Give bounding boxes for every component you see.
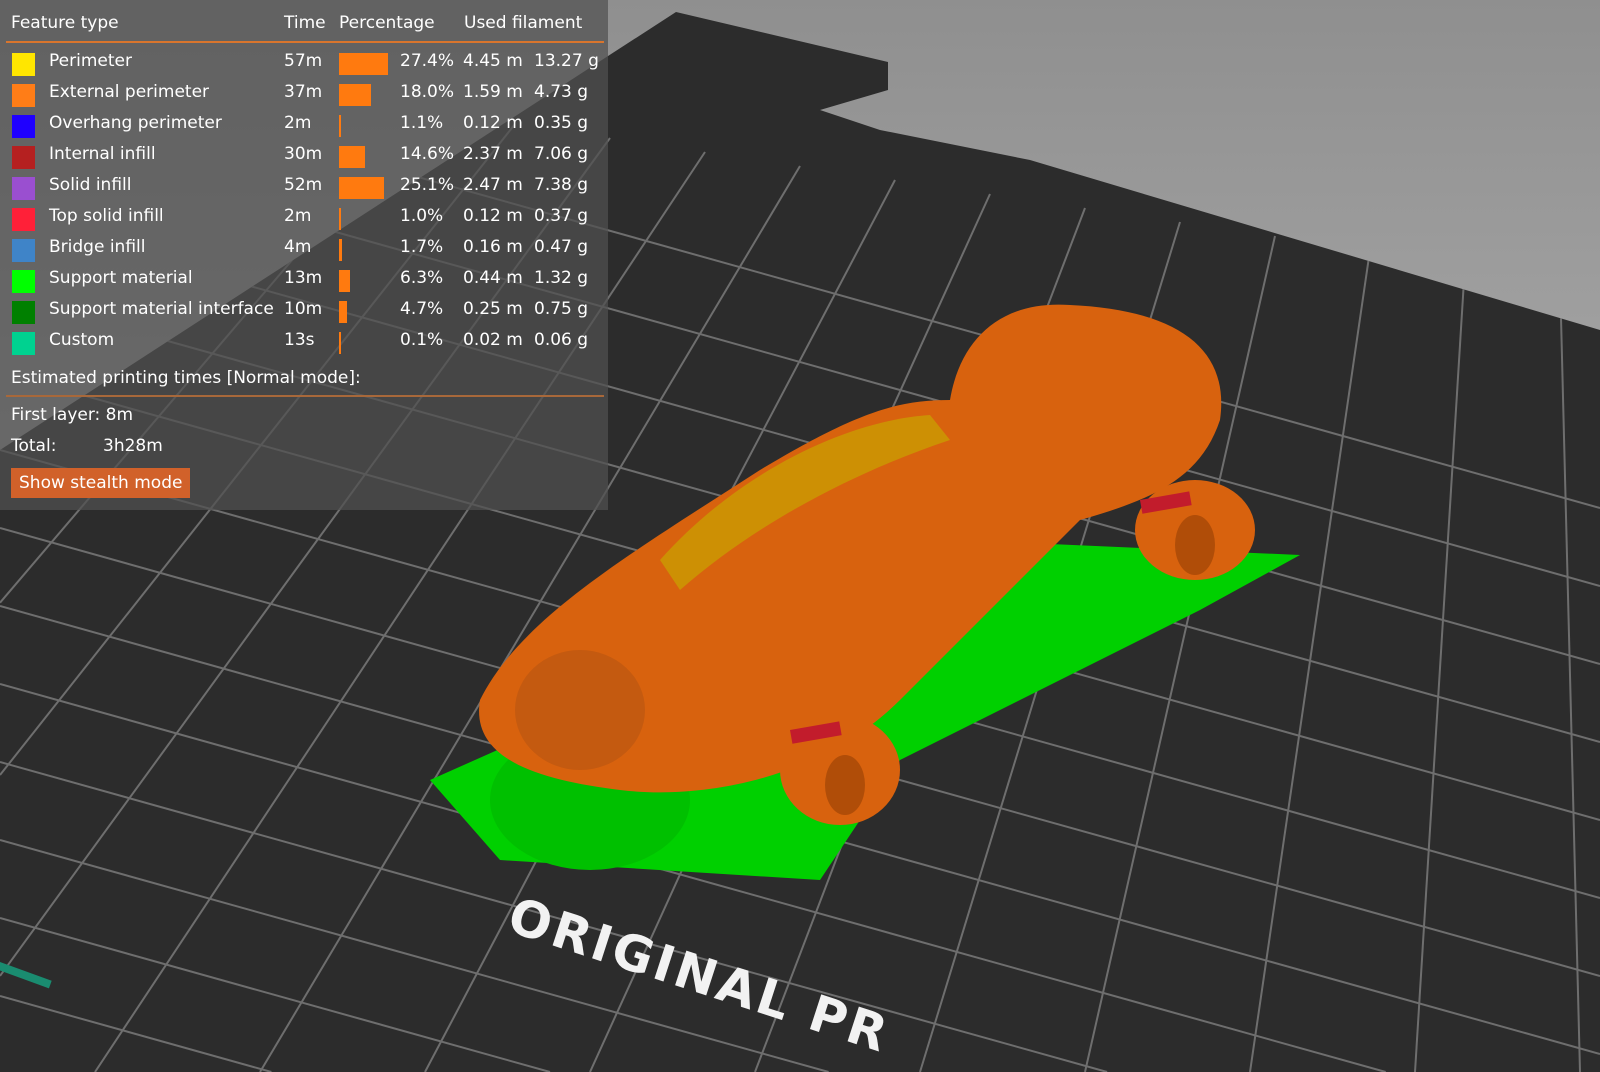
color-swatch [12, 270, 35, 293]
filament-length: 0.12 m [463, 206, 523, 226]
color-swatch [12, 146, 35, 169]
legend-row: Bridge infill 4m 1.7% 0.16 m 0.47 g [0, 233, 608, 264]
estimated-times-title: Estimated printing times [Normal mode]: [11, 368, 361, 388]
filament-length: 0.16 m [463, 237, 523, 257]
feature-percentage: 1.7% [400, 237, 444, 257]
feature-label: Support material [49, 268, 193, 288]
feature-time: 2m [284, 206, 312, 226]
feature-percentage: 27.4% [400, 51, 455, 71]
filament-weight: 0.06 g [534, 330, 589, 350]
percentage-bar [339, 177, 384, 199]
percentage-bar [339, 332, 341, 354]
feature-percentage: 1.0% [400, 206, 444, 226]
feature-label: Top solid infill [49, 206, 164, 226]
header-percentage: Percentage [339, 13, 435, 33]
feature-time: 37m [284, 82, 323, 102]
color-swatch [12, 53, 35, 76]
filament-weight: 13.27 g [534, 51, 599, 71]
filament-weight: 7.06 g [534, 144, 589, 164]
color-swatch [12, 177, 35, 200]
feature-time: 4m [284, 237, 312, 257]
estimated-divider [6, 395, 604, 397]
filament-weight: 0.37 g [534, 206, 589, 226]
legend-panel: Feature type Time Percentage Used filame… [0, 0, 608, 510]
filament-length: 0.44 m [463, 268, 523, 288]
legend-row: External perimeter 37m 18.0% 1.59 m 4.73 g [0, 78, 608, 109]
feature-label: Bridge infill [49, 237, 146, 257]
feature-time: 52m [284, 175, 323, 195]
filament-weight: 0.47 g [534, 237, 589, 257]
feature-label: External perimeter [49, 82, 210, 102]
header-divider [6, 41, 604, 43]
legend-row: Internal infill 30m 14.6% 2.37 m 7.06 g [0, 140, 608, 171]
filament-length: 0.12 m [463, 113, 523, 133]
filament-weight: 1.32 g [534, 268, 589, 288]
filament-length: 2.37 m [463, 144, 523, 164]
percentage-bar [339, 301, 348, 323]
percentage-bar [339, 53, 388, 75]
percentage-bar [339, 115, 341, 137]
filament-weight: 0.75 g [534, 299, 589, 319]
feature-label: Support material interface [49, 299, 274, 319]
feature-percentage: 4.7% [400, 299, 444, 319]
percentage-bar [339, 84, 372, 106]
color-swatch [12, 208, 35, 231]
feature-percentage: 0.1% [400, 330, 444, 350]
legend-row: Custom 13s 0.1% 0.02 m 0.06 g [0, 326, 608, 357]
feature-percentage: 1.1% [400, 113, 444, 133]
legend-row: Support material interface 10m 4.7% 0.25 m 0… [0, 295, 608, 326]
filament-weight: 0.35 g [534, 113, 589, 133]
feature-time: 30m [284, 144, 323, 164]
filament-length: 2.47 m [463, 175, 523, 195]
header-used-filament: Used filament [464, 13, 583, 33]
feature-time: 13s [284, 330, 315, 350]
legend-row: Perimeter 57m 27.4% 4.45 m 13.27 g [0, 47, 608, 78]
total-value: 3h28m [103, 436, 163, 456]
color-swatch [12, 239, 35, 262]
feature-label: Internal infill [49, 144, 156, 164]
percentage-bar [339, 146, 365, 168]
feature-time: 57m [284, 51, 323, 71]
feature-percentage: 14.6% [400, 144, 455, 164]
first-layer-time: First layer: 8m [11, 405, 134, 425]
feature-label: Overhang perimeter [49, 113, 222, 133]
legend-row: Support material 13m 6.3% 0.44 m 1.32 g [0, 264, 608, 295]
color-swatch [12, 115, 35, 138]
legend-row: Solid infill 52m 25.1% 2.47 m 7.38 g [0, 171, 608, 202]
header-feature-type: Feature type [11, 13, 119, 33]
feature-label: Solid infill [49, 175, 132, 195]
filament-weight: 4.73 g [534, 82, 589, 102]
feature-label: Perimeter [49, 51, 132, 71]
feature-percentage: 18.0% [400, 82, 455, 102]
feature-percentage: 25.1% [400, 175, 455, 195]
percentage-bar [339, 208, 341, 230]
filament-length: 0.02 m [463, 330, 523, 350]
legend-row: Overhang perimeter 2m 1.1% 0.12 m 0.35 g [0, 109, 608, 140]
filament-length: 4.45 m [463, 51, 523, 71]
show-stealth-mode-button[interactable]: Show stealth mode [11, 468, 191, 498]
feature-time: 13m [284, 268, 323, 288]
filament-length: 1.59 m [463, 82, 523, 102]
legend-row: Top solid infill 2m 1.0% 0.12 m 0.37 g [0, 202, 608, 233]
color-swatch [12, 84, 35, 107]
color-swatch [12, 301, 35, 324]
header-time: Time [284, 13, 326, 33]
feature-label: Custom [49, 330, 115, 350]
filament-weight: 7.38 g [534, 175, 589, 195]
feature-percentage: 6.3% [400, 268, 444, 288]
color-swatch [12, 332, 35, 355]
percentage-bar [339, 270, 351, 292]
feature-time: 10m [284, 299, 323, 319]
filament-length: 0.25 m [463, 299, 523, 319]
percentage-bar [339, 239, 343, 261]
feature-time: 2m [284, 113, 312, 133]
total-label: Total: [11, 436, 57, 456]
